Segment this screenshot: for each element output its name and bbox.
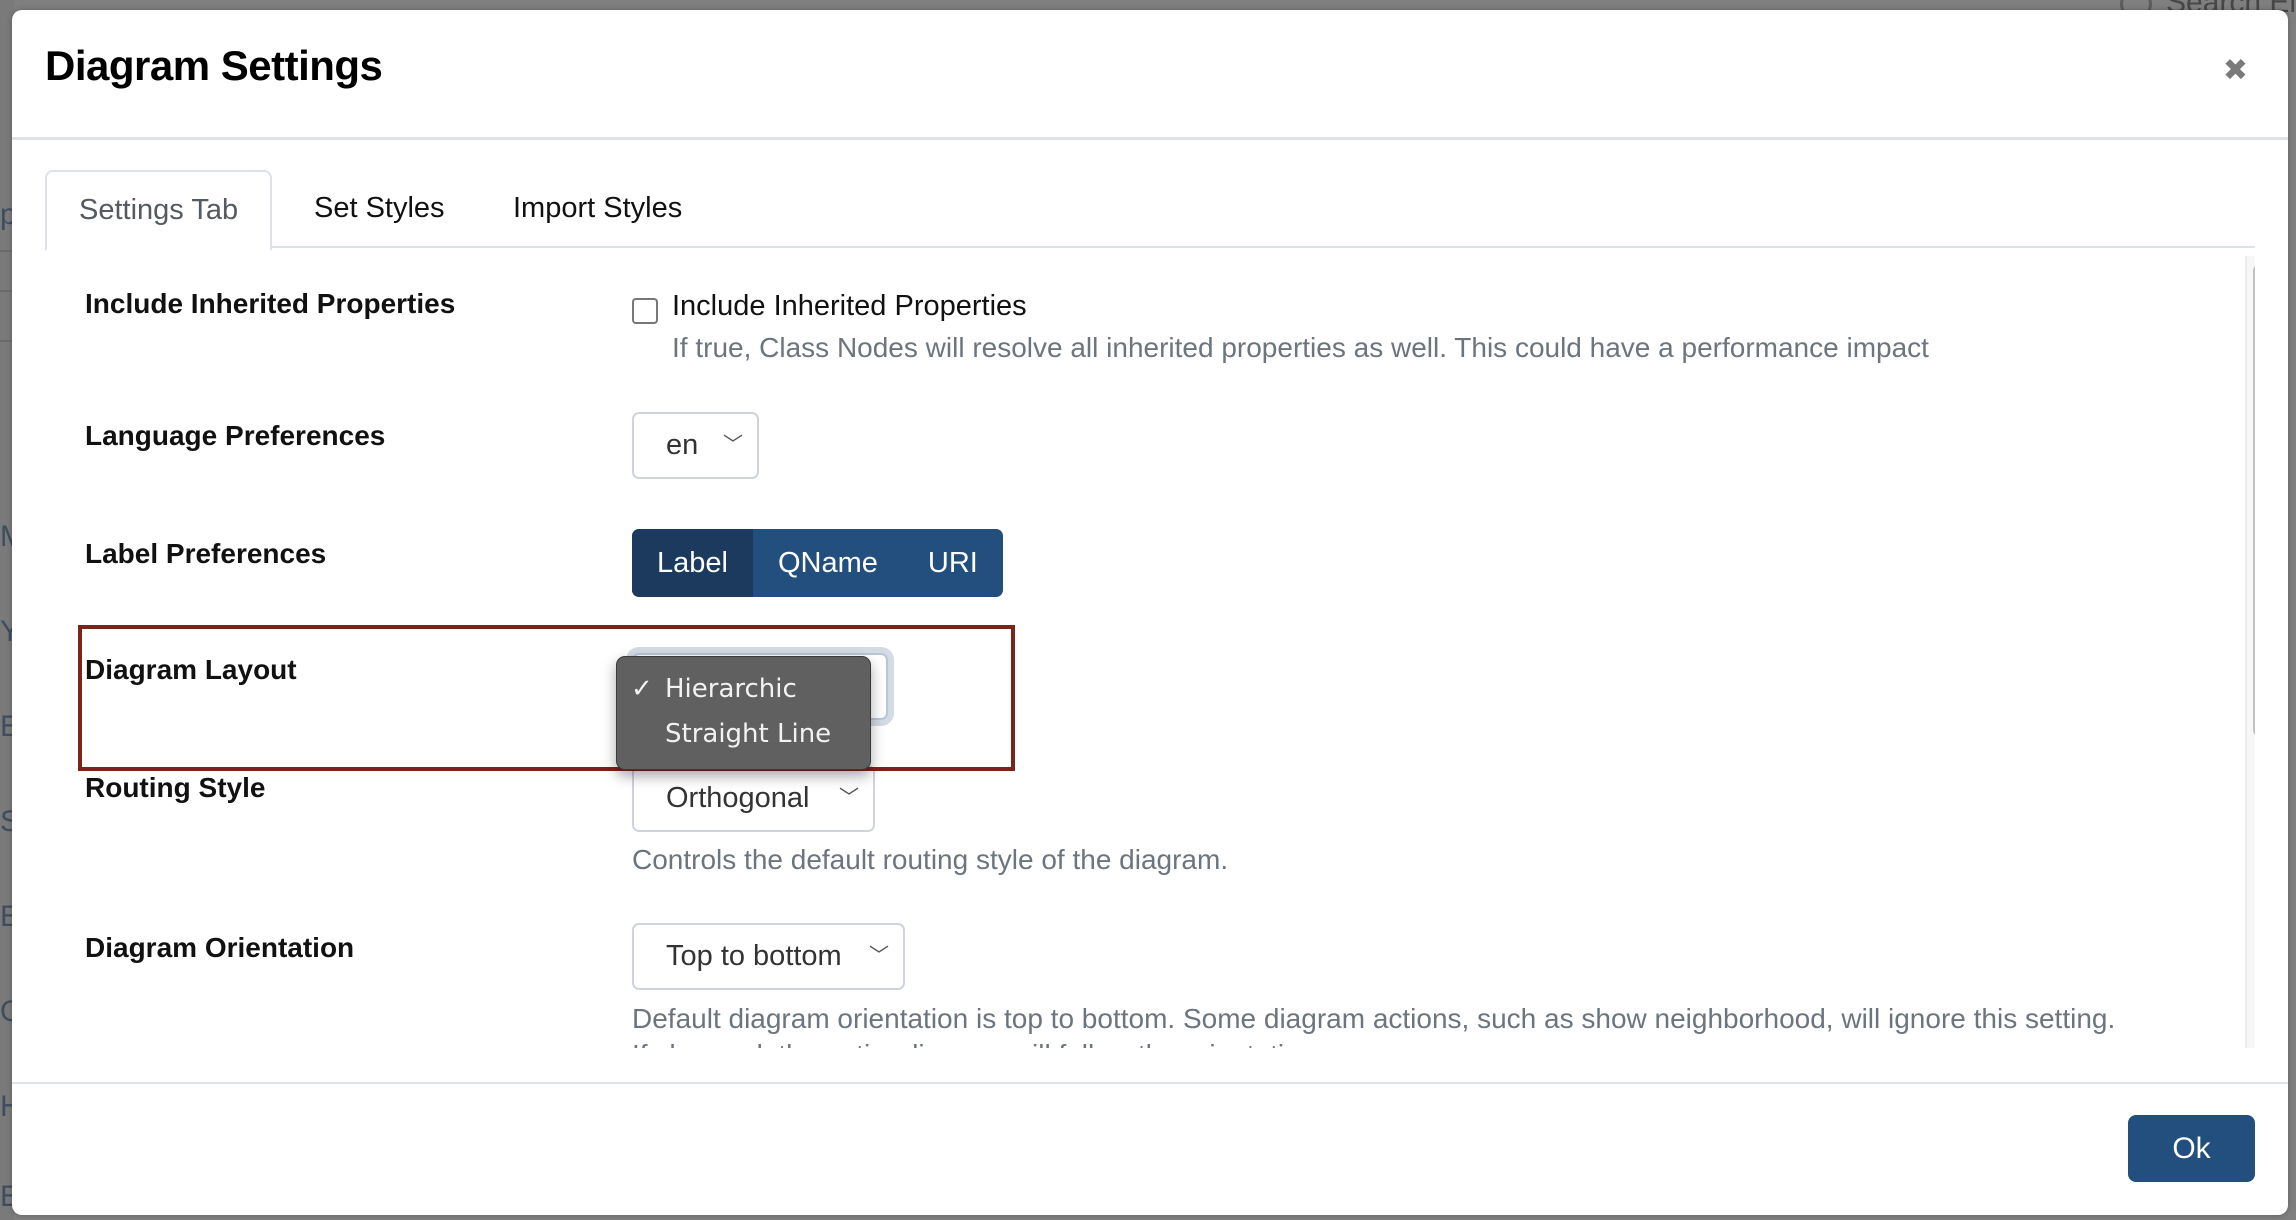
settings-panel: Include Inherited Properties Include Inh…: [45, 248, 2255, 1048]
diagram-orientation-select[interactable]: Top to bottom ﹀: [632, 923, 905, 990]
dialog-header: Diagram Settings ✖: [12, 10, 2288, 140]
checkmark-icon: ✓: [631, 674, 653, 704]
dropdown-option-label: Hierarchic: [665, 674, 797, 704]
tab-import-styles[interactable]: Import Styles: [481, 170, 714, 247]
chevron-down-icon: ﹀: [839, 787, 859, 809]
diagram-orientation-select-value: Top to bottom: [666, 940, 842, 972]
dialog-footer-divider: [12, 1082, 2288, 1084]
label-option-qname[interactable]: QName: [753, 529, 903, 597]
diagram-orientation-label: Diagram Orientation: [85, 932, 355, 963]
diagram-settings-dialog: Diagram Settings ✖ Settings Tab Set Styl…: [12, 10, 2288, 1215]
chevron-down-icon: ﹀: [723, 434, 743, 456]
language-select-value: en: [666, 429, 699, 461]
close-icon[interactable]: ✖: [2223, 56, 2248, 86]
ok-button[interactable]: Ok: [2128, 1115, 2255, 1182]
dropdown-option-label: Straight Line: [665, 719, 832, 749]
tab-bar: Settings Tab Set Styles Import Styles: [45, 170, 2268, 251]
language-select[interactable]: en ﹀: [632, 412, 759, 479]
label-option-label[interactable]: Label: [632, 529, 753, 597]
diagram-layout-dropdown: ✓ Hierarchic Straight Line: [616, 656, 871, 770]
label-preferences-group: Label QName URI: [632, 529, 1003, 597]
include-inherited-description: If true, Class Nodes will resolve all in…: [672, 332, 1929, 363]
tab-set-styles[interactable]: Set Styles: [282, 170, 477, 247]
diagram-orientation-description: Default diagram orientation is top to bo…: [632, 1003, 2116, 1034]
include-inherited-label: Include Inherited Properties: [85, 288, 456, 319]
routing-style-description: Controls the default routing style of th…: [632, 844, 1229, 875]
dropdown-option-hierarchic[interactable]: ✓ Hierarchic: [617, 667, 870, 712]
routing-style-select-value: Orthogonal: [666, 782, 810, 814]
dialog-title: Diagram Settings: [45, 42, 383, 89]
scrollbar[interactable]: [2245, 256, 2255, 1048]
scrollbar-thumb[interactable]: [2253, 264, 2255, 737]
dropdown-option-straight-line[interactable]: Straight Line: [617, 712, 870, 757]
include-inherited-checkbox[interactable]: [632, 298, 658, 324]
include-inherited-checkbox-label[interactable]: Include Inherited Properties: [672, 290, 1027, 323]
diagram-layout-label: Diagram Layout: [85, 654, 297, 685]
language-preferences-label: Language Preferences: [85, 420, 386, 451]
routing-style-select[interactable]: Orthogonal ﹀: [632, 765, 875, 832]
tab-settings[interactable]: Settings Tab: [45, 170, 273, 251]
diagram-orientation-description-cut: If changed, the entire diagram will foll…: [632, 1039, 1315, 1048]
label-preferences-label: Label Preferences: [85, 538, 327, 569]
label-option-uri[interactable]: URI: [903, 529, 1003, 597]
chevron-down-icon: ﹀: [869, 945, 889, 967]
routing-style-label: Routing Style: [85, 772, 266, 803]
